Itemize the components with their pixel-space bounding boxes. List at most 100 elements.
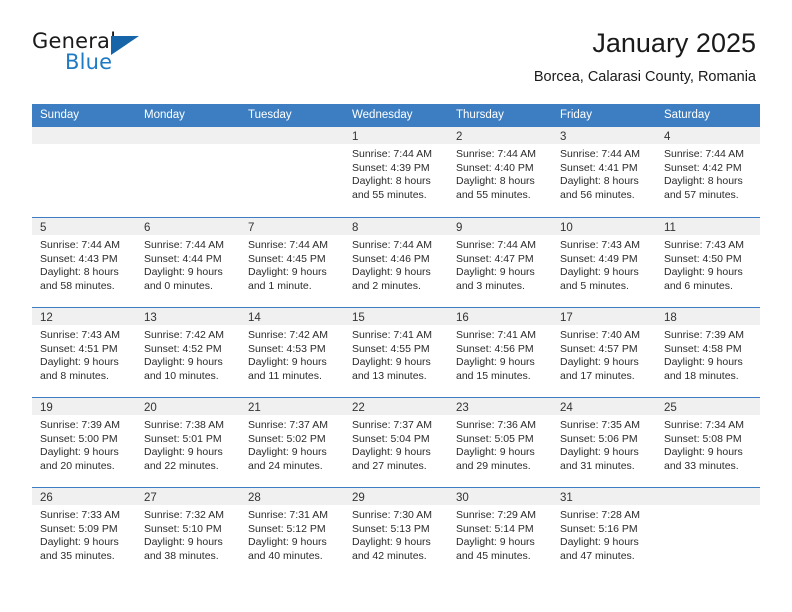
calendar-weeks: 1 Sunrise: 7:44 AM Sunset: 4:39 PM Daylight… [32,127,760,577]
day-cell[interactable]: 28 Sunrise: 7:31 AM Sunset: 5:12 PM Dayligh… [240,488,344,577]
day-number-band [240,127,344,144]
day-cell[interactable]: 23 Sunrise: 7:36 AM Sunset: 5:05 PM Dayligh… [448,398,552,487]
day-cell[interactable]: 27 Sunrise: 7:32 AM Sunset: 5:10 PM Dayligh… [136,488,240,577]
day-cell[interactable]: 16 Sunrise: 7:41 AM Sunset: 4:56 PM Dayligh… [448,308,552,397]
daylight-text-line2: and 55 minutes. [352,188,427,201]
day-number: 22 [352,402,365,414]
sunrise-text: Sunrise: 7:39 AM [40,419,120,431]
day-details: Sunrise: 7:44 AM Sunset: 4:40 PM Daylight:… [448,144,552,202]
daylight-text-line1: Daylight: 8 hours [560,175,639,188]
weekday-header-wednesday: Wednesday [352,109,413,121]
day-cell[interactable]: 21 Sunrise: 7:37 AM Sunset: 5:02 PM Dayligh… [240,398,344,487]
sunrise-text: Sunrise: 7:41 AM [352,329,432,341]
day-number: 25 [664,402,677,414]
daylight-text-line2: and 20 minutes. [40,459,115,472]
day-cell[interactable]: 22 Sunrise: 7:37 AM Sunset: 5:04 PM Dayligh… [344,398,448,487]
day-number-band: 1 [344,127,448,144]
day-number: 8 [352,222,359,234]
calendar-week-row: 12 Sunrise: 7:43 AM Sunset: 4:51 PM Dayligh… [32,307,760,397]
daylight-text-line1: Daylight: 8 hours [664,175,743,188]
day-cell[interactable]: 5 Sunrise: 7:44 AM Sunset: 4:43 PM Daylight… [32,218,136,307]
sunrise-text: Sunrise: 7:32 AM [144,509,224,521]
day-cell[interactable]: 29 Sunrise: 7:30 AM Sunset: 5:13 PM Dayligh… [344,488,448,577]
day-cell[interactable]: 30 Sunrise: 7:29 AM Sunset: 5:14 PM Dayligh… [448,488,552,577]
day-number: 29 [352,492,365,504]
daylight-text-line1: Daylight: 9 hours [664,446,743,459]
day-number: 15 [352,312,365,324]
day-details: Sunrise: 7:42 AM Sunset: 4:52 PM Daylight:… [136,325,240,383]
day-details: Sunrise: 7:33 AM Sunset: 5:09 PM Daylight:… [32,505,136,563]
day-number: 31 [560,492,573,504]
daylight-text-line2: and 24 minutes. [248,459,323,472]
daylight-text-line1: Daylight: 9 hours [352,536,431,549]
sunset-text: Sunset: 5:09 PM [40,522,118,535]
sunset-text: Sunset: 5:13 PM [352,522,430,535]
day-cell[interactable]: 19 Sunrise: 7:39 AM Sunset: 5:00 PM Dayligh… [32,398,136,487]
sunrise-text: Sunrise: 7:30 AM [352,509,432,521]
day-cell[interactable]: 6 Sunrise: 7:44 AM Sunset: 4:44 PM Daylight… [136,218,240,307]
weekday-header-sunday: Sunday [40,109,80,121]
day-cell[interactable]: 1 Sunrise: 7:44 AM Sunset: 4:39 PM Daylight… [344,127,448,217]
daylight-text-line2: and 2 minutes. [352,279,421,292]
day-cell[interactable]: 3 Sunrise: 7:44 AM Sunset: 4:41 PM Daylight… [552,127,656,217]
day-cell[interactable]: 31 Sunrise: 7:28 AM Sunset: 5:16 PM Dayligh… [552,488,656,577]
sunset-text: Sunset: 4:47 PM [456,252,534,265]
calendar-week-row: 19 Sunrise: 7:39 AM Sunset: 5:00 PM Dayligh… [32,397,760,487]
day-number-band: 18 [656,308,760,325]
day-cell[interactable]: 12 Sunrise: 7:43 AM Sunset: 4:51 PM Dayligh… [32,308,136,397]
sunset-text: Sunset: 4:56 PM [456,342,534,355]
day-number: 13 [144,312,157,324]
day-cell[interactable]: 15 Sunrise: 7:41 AM Sunset: 4:55 PM Dayligh… [344,308,448,397]
day-cell[interactable]: 14 Sunrise: 7:42 AM Sunset: 4:53 PM Dayligh… [240,308,344,397]
sunrise-text: Sunrise: 7:41 AM [456,329,536,341]
daylight-text-line1: Daylight: 9 hours [144,266,223,279]
sunset-text: Sunset: 4:44 PM [144,252,222,265]
day-cell[interactable]: 9 Sunrise: 7:44 AM Sunset: 4:47 PM Daylight… [448,218,552,307]
daylight-text-line1: Daylight: 9 hours [40,356,119,369]
day-cell[interactable]: 20 Sunrise: 7:38 AM Sunset: 5:01 PM Dayligh… [136,398,240,487]
daylight-text-line1: Daylight: 8 hours [40,266,119,279]
day-cell[interactable]: 17 Sunrise: 7:40 AM Sunset: 4:57 PM Dayligh… [552,308,656,397]
weekday-header-tuesday: Tuesday [248,109,292,121]
daylight-text-line1: Daylight: 9 hours [560,266,639,279]
day-cell[interactable]: 26 Sunrise: 7:33 AM Sunset: 5:09 PM Dayligh… [32,488,136,577]
blue-triangle-icon [111,36,139,55]
day-cell[interactable]: 2 Sunrise: 7:44 AM Sunset: 4:40 PM Daylight… [448,127,552,217]
sunrise-text: Sunrise: 7:44 AM [352,148,432,160]
daylight-text-line1: Daylight: 9 hours [248,266,327,279]
day-cell[interactable]: 7 Sunrise: 7:44 AM Sunset: 4:45 PM Daylight… [240,218,344,307]
daylight-text-line1: Daylight: 9 hours [144,356,223,369]
day-details: Sunrise: 7:40 AM Sunset: 4:57 PM Daylight:… [552,325,656,383]
day-number: 10 [560,222,573,234]
daylight-text-line2: and 27 minutes. [352,459,427,472]
day-cell[interactable]: 24 Sunrise: 7:35 AM Sunset: 5:06 PM Dayligh… [552,398,656,487]
daylight-text-line1: Daylight: 9 hours [144,446,223,459]
daylight-text-line1: Daylight: 9 hours [456,356,535,369]
sunrise-text: Sunrise: 7:42 AM [248,329,328,341]
day-cell[interactable]: 8 Sunrise: 7:44 AM Sunset: 4:46 PM Daylight… [344,218,448,307]
sunset-text: Sunset: 5:01 PM [144,432,222,445]
day-number: 9 [456,222,463,234]
day-number: 3 [560,131,567,143]
day-cell[interactable]: 18 Sunrise: 7:39 AM Sunset: 4:58 PM Dayligh… [656,308,760,397]
daylight-text-line2: and 15 minutes. [456,369,531,382]
day-cell[interactable]: 25 Sunrise: 7:34 AM Sunset: 5:08 PM Dayligh… [656,398,760,487]
day-details: Sunrise: 7:41 AM Sunset: 4:55 PM Daylight:… [344,325,448,383]
day-cell[interactable]: 4 Sunrise: 7:44 AM Sunset: 4:42 PM Daylight… [656,127,760,217]
day-details: Sunrise: 7:43 AM Sunset: 4:51 PM Daylight:… [32,325,136,383]
sunset-text: Sunset: 5:14 PM [456,522,534,535]
sunrise-text: Sunrise: 7:36 AM [456,419,536,431]
daylight-text-line2: and 22 minutes. [144,459,219,472]
day-number-band [656,488,760,505]
day-number-band: 15 [344,308,448,325]
sunset-text: Sunset: 4:53 PM [248,342,326,355]
day-number-band: 2 [448,127,552,144]
daylight-text-line1: Daylight: 9 hours [144,536,223,549]
day-details: Sunrise: 7:32 AM Sunset: 5:10 PM Daylight:… [136,505,240,563]
day-cell[interactable]: 13 Sunrise: 7:42 AM Sunset: 4:52 PM Dayligh… [136,308,240,397]
day-details: Sunrise: 7:39 AM Sunset: 4:58 PM Daylight:… [656,325,760,383]
day-cell[interactable]: 11 Sunrise: 7:43 AM Sunset: 4:50 PM Dayligh… [656,218,760,307]
day-cell[interactable]: 10 Sunrise: 7:43 AM Sunset: 4:49 PM Dayligh… [552,218,656,307]
day-number: 21 [248,402,261,414]
sunrise-text: Sunrise: 7:44 AM [352,239,432,251]
